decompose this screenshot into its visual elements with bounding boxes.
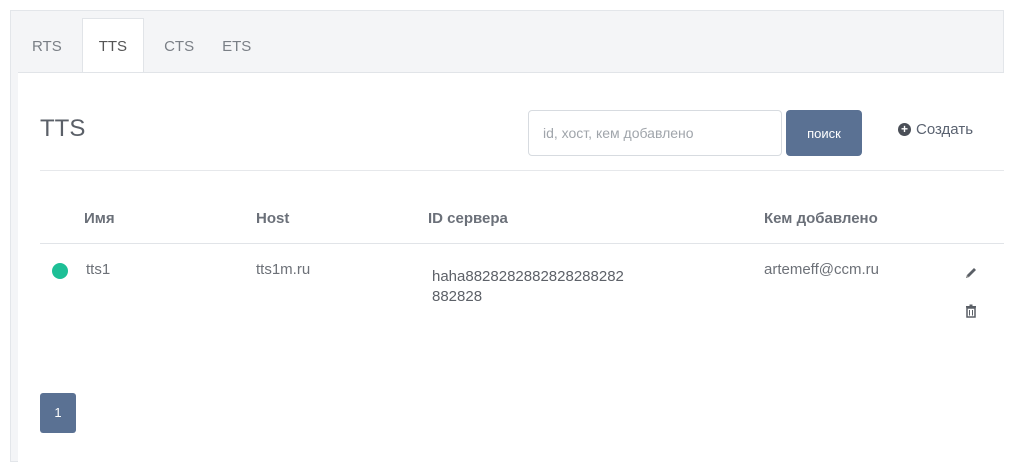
cell-host: tts1m.ru xyxy=(256,261,311,278)
tab-bar: RTS TTS CTS ETS xyxy=(18,18,265,72)
column-header-server-id: ID сервера xyxy=(428,210,508,227)
column-header-name: Имя xyxy=(84,210,115,227)
page-title: TTS xyxy=(40,115,86,142)
content-panel: TTS поиск + Создать Имя Host ID сервера … xyxy=(18,72,1004,463)
trash-icon[interactable] xyxy=(964,304,978,318)
cell-name: tts1 xyxy=(86,261,111,278)
tab-cts[interactable]: CTS xyxy=(150,21,208,72)
create-label: Создать xyxy=(916,121,974,138)
pagination-page-1[interactable]: 1 xyxy=(40,393,76,433)
cell-added-by: artemeff@ccm.ru xyxy=(764,261,879,278)
title-divider xyxy=(40,170,1004,171)
table-header-divider xyxy=(40,243,1004,244)
tab-tts[interactable]: TTS xyxy=(81,18,145,72)
tab-rts[interactable]: RTS xyxy=(18,21,76,72)
search-input[interactable] xyxy=(528,110,782,156)
pencil-icon[interactable] xyxy=(964,266,978,280)
search-button[interactable]: поиск xyxy=(786,110,862,156)
plus-circle-icon: + xyxy=(898,123,911,136)
column-header-host: Host xyxy=(256,210,290,227)
status-indicator xyxy=(52,263,68,279)
tab-ets[interactable]: ETS xyxy=(208,21,265,72)
create-button[interactable]: + Создать xyxy=(898,121,973,138)
column-header-added-by: Кем добавлено xyxy=(764,210,878,227)
cell-server-id: haha8828282882828288282882828 xyxy=(432,268,624,305)
